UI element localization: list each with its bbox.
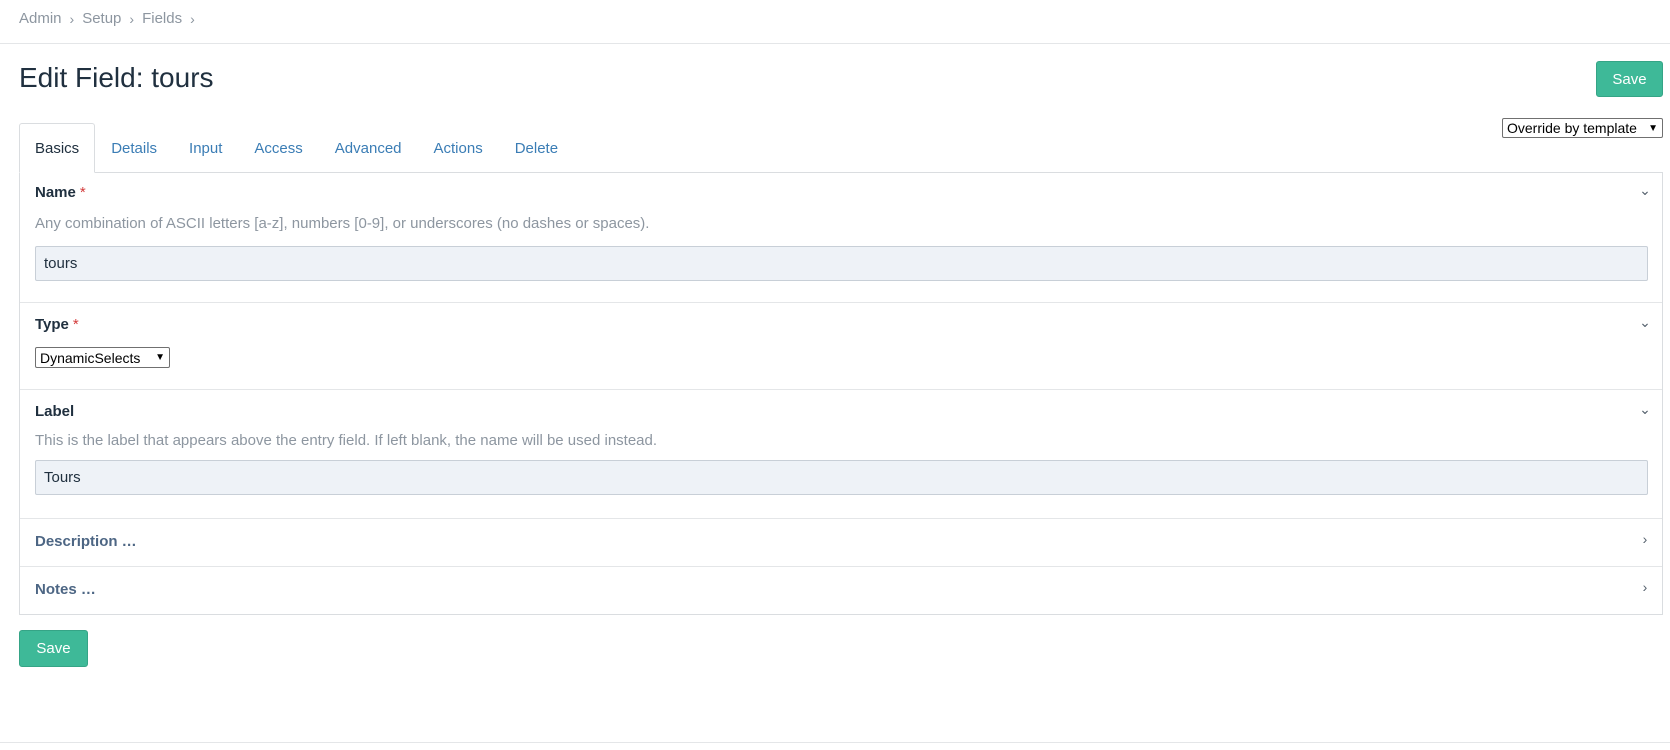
collapse-chevron-icon[interactable]: ⌄	[1638, 314, 1652, 331]
type-section: Type * ⌄ DynamicSelects ▼	[20, 303, 1662, 390]
chevron-right-icon: ›	[190, 10, 195, 27]
expand-chevron-icon[interactable]: ›	[1638, 531, 1652, 547]
label-notes: This is the label that appears above the…	[35, 432, 658, 449]
tab-details[interactable]: Details	[95, 123, 173, 173]
required-marker: *	[72, 316, 79, 333]
breadcrumb-admin[interactable]: Admin	[19, 10, 62, 27]
tab-basics[interactable]: Basics	[19, 123, 96, 173]
expand-chevron-icon[interactable]: ›	[1638, 579, 1652, 595]
save-button-bottom[interactable]: Save	[19, 630, 88, 667]
name-input[interactable]	[35, 246, 1648, 281]
dropdown-arrow-icon: ▼	[1648, 122, 1658, 134]
override-template-value: Override by template	[1507, 120, 1637, 136]
required-marker: *	[79, 184, 86, 201]
tab-input[interactable]: Input	[173, 123, 238, 173]
tab-delete[interactable]: Delete	[499, 123, 574, 173]
label-section: Label ⌄ This is the label that appears a…	[20, 390, 1662, 519]
page-title: Edit Field: tours	[19, 62, 214, 93]
name-notes: Any combination of ASCII letters [a-z], …	[35, 215, 650, 232]
breadcrumb-setup[interactable]: Setup	[82, 10, 121, 27]
label-input[interactable]	[35, 460, 1648, 495]
type-select[interactable]: DynamicSelects ▼	[35, 347, 170, 368]
footer-divider	[0, 742, 1670, 743]
breadcrumb-fields[interactable]: Fields	[142, 10, 182, 27]
label-heading-text: Label	[35, 403, 75, 420]
tab-advanced[interactable]: Advanced	[319, 123, 418, 173]
chevron-right-icon: ›	[129, 10, 135, 27]
name-section: Name * ⌄ Any combination of ASCII letters…	[20, 173, 1662, 303]
collapse-chevron-icon[interactable]: ⌄	[1638, 401, 1652, 418]
description-section[interactable]: Description … ›	[20, 519, 1662, 567]
name-heading: Name *	[35, 184, 86, 201]
description-heading[interactable]: Description …	[35, 533, 137, 550]
basics-panel: Name * ⌄ Any combination of ASCII letters…	[19, 172, 1663, 615]
tab-bar: Basics Details Input Access Advanced Act…	[19, 123, 574, 173]
label-heading: Label	[35, 403, 74, 420]
type-heading-text: Type	[35, 316, 69, 333]
override-template-select[interactable]: Override by template ▼	[1502, 118, 1663, 138]
type-heading: Type *	[35, 316, 79, 333]
name-heading-text: Name	[35, 184, 76, 201]
tab-actions[interactable]: Actions	[418, 123, 499, 173]
save-button-top[interactable]: Save	[1596, 61, 1663, 97]
tab-access[interactable]: Access	[238, 123, 318, 173]
chevron-right-icon: ›	[69, 10, 75, 27]
breadcrumb: Admin › Setup › Fields ›	[19, 10, 203, 27]
dropdown-arrow-icon: ▼	[155, 352, 165, 363]
notes-section[interactable]: Notes … ›	[20, 567, 1662, 614]
type-select-value: DynamicSelects	[40, 349, 141, 366]
header-divider	[0, 43, 1670, 44]
notes-heading[interactable]: Notes …	[35, 581, 96, 598]
collapse-chevron-icon[interactable]: ⌄	[1638, 182, 1652, 199]
